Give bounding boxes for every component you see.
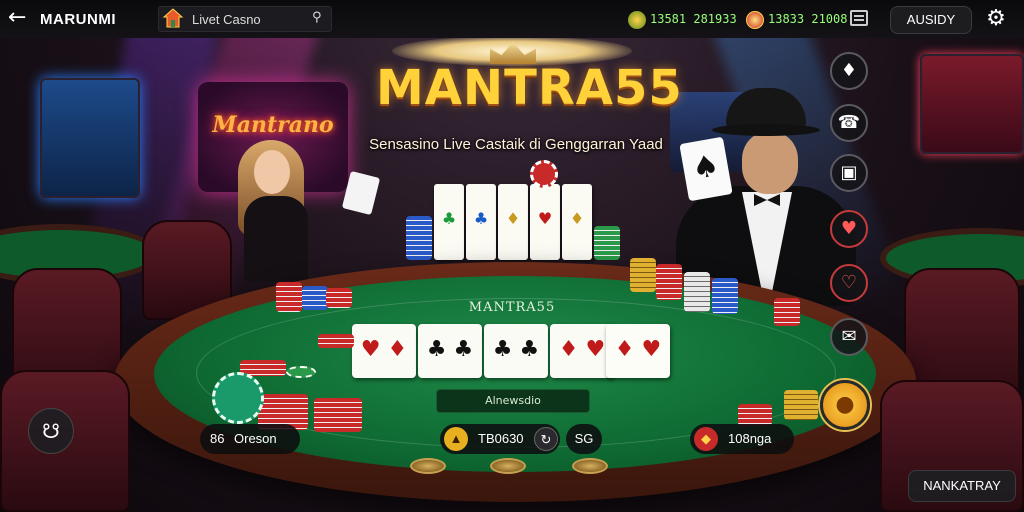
shield-icon: ◆ [694, 427, 718, 451]
right-value: 108nga [728, 431, 772, 446]
balance-1-value: 13581 281933 [650, 12, 737, 26]
coin-icon [746, 10, 764, 29]
player-hud-left: 86 Oreson [200, 424, 300, 454]
felt-logo: MANTRA55 [468, 300, 556, 315]
mic-icon[interactable]: ☋ [28, 408, 74, 454]
app-name: MARUNMI [40, 11, 116, 28]
chip-stack [594, 226, 620, 260]
chip-stack [630, 258, 656, 292]
search-icon[interactable]: ⚲ [312, 10, 322, 25]
chip-stack [712, 278, 738, 314]
chip-stack [684, 272, 710, 312]
chat-icon[interactable]: ✉ [830, 318, 868, 356]
display-card: ♣ [434, 184, 464, 260]
dealer-woman-face [254, 150, 290, 194]
chip-stack [784, 390, 818, 420]
table-info-pill: Alnewsdio [436, 389, 590, 413]
refresh-icon[interactable]: ↻ [534, 427, 558, 451]
search-text: Livet Casno [192, 12, 261, 27]
player-count: 86 [210, 431, 225, 446]
dealer-woman-body [244, 196, 308, 282]
balance-2: 13833 21008 [746, 9, 847, 29]
game-title: MANTRA55 [376, 60, 683, 116]
support-icon[interactable]: ☎ [830, 104, 868, 142]
bet-hud[interactable]: ▲ TB0630 ↻ [440, 424, 560, 454]
heart-outline-icon[interactable]: ♡ [830, 264, 868, 302]
game-subtitle: Sensasino Live Castaik di Genggarran Yaa… [369, 136, 663, 153]
community-card-5[interactable]: ♦ ♥ [606, 324, 670, 378]
display-card: ♥ [530, 184, 560, 260]
chip-stack [774, 298, 800, 326]
chip [530, 160, 558, 188]
top-bar: ← MARUNMI Livet Casno ⚲ 13581 281933 138… [0, 0, 1024, 38]
display-card: ♦ [562, 184, 592, 260]
chat-bubble-icon[interactable]: ● [820, 380, 870, 430]
neon-sign-text: Mantrano [212, 112, 334, 138]
warning-icon: ▲ [444, 427, 468, 451]
chip-stack [302, 286, 328, 310]
balance-2-value: 13833 21008 [768, 12, 848, 26]
puzzle-icon[interactable]: ♦ [830, 52, 868, 90]
slot-machine [40, 78, 140, 198]
chip-stack [314, 398, 362, 432]
community-card-3[interactable]: ♣ ♣ [484, 324, 548, 378]
heart-icon[interactable]: ♥ [830, 210, 868, 248]
bet-value: TB0630 [478, 431, 524, 446]
sg-badge[interactable]: SG [566, 424, 602, 454]
player-label: Oreson [234, 431, 277, 446]
fedora-brim [712, 124, 820, 136]
back-arrow-icon[interactable]: ← [8, 6, 32, 32]
chip-stack [318, 334, 354, 348]
gift-icon[interactable]: ▣ [830, 154, 868, 192]
chip [286, 366, 316, 378]
gear-icon[interactable]: ⚙ [984, 7, 1008, 31]
community-card-1[interactable]: ♥ ♦ [352, 324, 416, 378]
dealer-chip[interactable] [212, 372, 264, 424]
display-card: ♦ [498, 184, 528, 260]
chip-stack [738, 404, 772, 426]
cup-holder [410, 458, 446, 474]
house-icon [162, 8, 184, 28]
cup-holder [490, 458, 526, 474]
chip-stack [406, 216, 432, 260]
balance-1: 13581 281933 [628, 9, 737, 29]
cup-holder [572, 458, 608, 474]
chip-stack [326, 288, 352, 308]
account-button[interactable]: AUSIDY [890, 6, 972, 34]
player-man-face [742, 132, 798, 194]
display-card: ♣ [466, 184, 496, 260]
menu-icon[interactable] [850, 10, 868, 26]
coin-icon [628, 10, 646, 29]
community-card-4[interactable]: ♦ ♥ [550, 324, 614, 378]
chip-stack [656, 264, 682, 300]
bottom-right-button[interactable]: NANKATRAY [908, 470, 1016, 502]
chip-stack [276, 282, 302, 312]
community-card-2[interactable]: ♣ ♣ [418, 324, 482, 378]
player-hud-right: ◆ 108nga [690, 424, 794, 454]
wall-screen [920, 54, 1024, 154]
